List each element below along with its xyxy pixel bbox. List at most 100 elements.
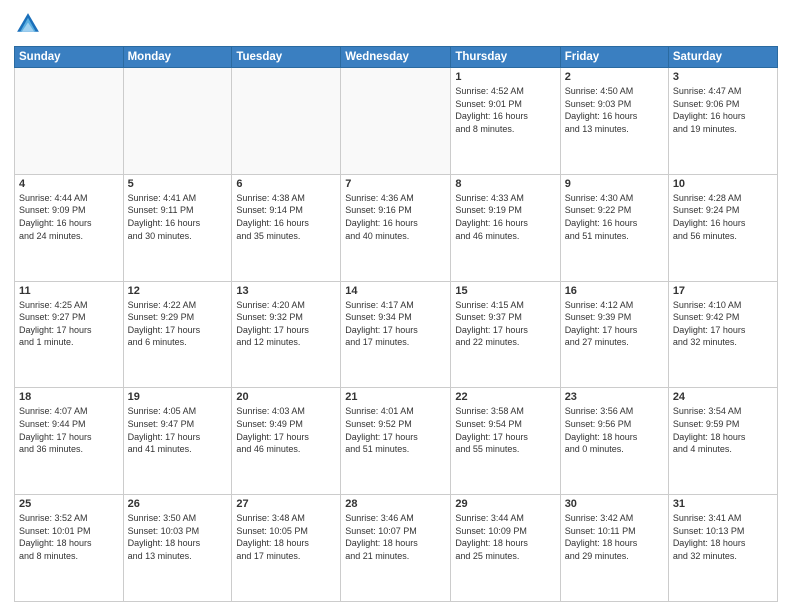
cell-date-number: 6	[236, 178, 336, 190]
calendar-cell: 26 Sunrise: 3:50 AM Sunset: 10:03 PM Dayl…	[123, 495, 232, 602]
calendar-cell: 29 Sunrise: 3:44 AM Sunset: 10:09 PM Dayl…	[451, 495, 560, 602]
calendar-cell: 3 Sunrise: 4:47 AM Sunset: 9:06 PM Daylig…	[668, 68, 777, 175]
calendar-cell: 23 Sunrise: 3:56 AM Sunset: 9:56 PM Dayli…	[560, 388, 668, 495]
calendar-cell: 12 Sunrise: 4:22 AM Sunset: 9:29 PM Dayli…	[123, 281, 232, 388]
cell-info: Sunrise: 4:20 AM Sunset: 9:32 PM Dayligh…	[236, 299, 336, 349]
cell-date-number: 28	[345, 498, 446, 510]
day-header-friday: Friday	[560, 47, 668, 68]
calendar-cell: 7Sunrise: 4:36 AM Sunset: 9:16 PM Daylig…	[341, 174, 451, 281]
cell-info: Sunrise: 3:48 AM Sunset: 10:05 PM Daylig…	[236, 512, 336, 562]
cell-date-number: 5	[128, 178, 228, 190]
calendar-cell: 22 Sunrise: 3:58 AM Sunset: 9:54 PM Dayli…	[451, 388, 560, 495]
calendar-cell: 11 Sunrise: 4:25 AM Sunset: 9:27 PM Dayli…	[15, 281, 124, 388]
cell-date-number: 29	[455, 498, 555, 510]
calendar-cell: 8 Sunrise: 4:33 AM Sunset: 9:19 PM Daylig…	[451, 174, 560, 281]
week-row-2: 11 Sunrise: 4:25 AM Sunset: 9:27 PM Dayli…	[15, 281, 778, 388]
calendar-table: SundayMondayTuesdayWednesdayThursdayFrid…	[14, 46, 778, 602]
cell-date-number: 18	[19, 391, 119, 403]
cell-date-number: 8	[455, 178, 555, 190]
cell-date-number: 25	[19, 498, 119, 510]
day-header-tuesday: Tuesday	[232, 47, 341, 68]
week-row-4: 25 Sunrise: 3:52 AM Sunset: 10:01 PM Dayl…	[15, 495, 778, 602]
cell-date-number: 11	[19, 285, 119, 297]
calendar-cell: 20 Sunrise: 4:03 AM Sunset: 9:49 PM Dayli…	[232, 388, 341, 495]
cell-info: Sunrise: 4:10 AM Sunset: 9:42 PM Dayligh…	[673, 299, 773, 349]
cell-info: Sunrise: 4:25 AM Sunset: 9:27 PM Dayligh…	[19, 299, 119, 349]
calendar-cell: 30 Sunrise: 3:42 AM Sunset: 10:11 PM Dayl…	[560, 495, 668, 602]
cell-date-number: 22	[455, 391, 555, 403]
calendar-cell: 16 Sunrise: 4:12 AM Sunset: 9:39 PM Dayli…	[560, 281, 668, 388]
cell-info: Sunrise: 4:07 AM Sunset: 9:44 PM Dayligh…	[19, 405, 119, 455]
cell-info: Sunrise: 3:42 AM Sunset: 10:11 PM Daylig…	[565, 512, 664, 562]
cell-date-number: 13	[236, 285, 336, 297]
cell-date-number: 20	[236, 391, 336, 403]
cell-info: Sunrise: 4:01 AM Sunset: 9:52 PM Dayligh…	[345, 405, 446, 455]
header	[14, 10, 778, 38]
cell-info: Sunrise: 3:56 AM Sunset: 9:56 PM Dayligh…	[565, 405, 664, 455]
cell-date-number: 1	[455, 71, 555, 83]
calendar-cell: 10 Sunrise: 4:28 AM Sunset: 9:24 PM Dayli…	[668, 174, 777, 281]
cell-date-number: 16	[565, 285, 664, 297]
logo	[14, 10, 46, 38]
cell-date-number: 15	[455, 285, 555, 297]
cell-date-number: 31	[673, 498, 773, 510]
cell-date-number: 2	[565, 71, 664, 83]
calendar-cell: 24Sunrise: 3:54 AM Sunset: 9:59 PM Dayli…	[668, 388, 777, 495]
cell-info: Sunrise: 3:58 AM Sunset: 9:54 PM Dayligh…	[455, 405, 555, 455]
cell-date-number: 19	[128, 391, 228, 403]
cell-date-number: 30	[565, 498, 664, 510]
cell-date-number: 3	[673, 71, 773, 83]
calendar-cell: 15 Sunrise: 4:15 AM Sunset: 9:37 PM Dayli…	[451, 281, 560, 388]
calendar-cell: 2 Sunrise: 4:50 AM Sunset: 9:03 PM Daylig…	[560, 68, 668, 175]
cell-info: Sunrise: 4:47 AM Sunset: 9:06 PM Dayligh…	[673, 85, 773, 135]
cell-info: Sunrise: 4:22 AM Sunset: 9:29 PM Dayligh…	[128, 299, 228, 349]
calendar-cell: 9 Sunrise: 4:30 AM Sunset: 9:22 PM Daylig…	[560, 174, 668, 281]
cell-info: Sunrise: 4:17 AM Sunset: 9:34 PM Dayligh…	[345, 299, 446, 349]
cell-info: Sunrise: 4:12 AM Sunset: 9:39 PM Dayligh…	[565, 299, 664, 349]
day-header-saturday: Saturday	[668, 47, 777, 68]
cell-date-number: 10	[673, 178, 773, 190]
calendar-cell: 17 Sunrise: 4:10 AM Sunset: 9:42 PM Dayli…	[668, 281, 777, 388]
cell-info: Sunrise: 4:44 AM Sunset: 9:09 PM Dayligh…	[19, 192, 119, 242]
cell-info: Sunrise: 3:44 AM Sunset: 10:09 PM Daylig…	[455, 512, 555, 562]
calendar-cell: 25 Sunrise: 3:52 AM Sunset: 10:01 PM Dayl…	[15, 495, 124, 602]
calendar-cell: 4 Sunrise: 4:44 AM Sunset: 9:09 PM Daylig…	[15, 174, 124, 281]
page: SundayMondayTuesdayWednesdayThursdayFrid…	[0, 0, 792, 612]
calendar-cell: 14 Sunrise: 4:17 AM Sunset: 9:34 PM Dayli…	[341, 281, 451, 388]
cell-date-number: 17	[673, 285, 773, 297]
cell-info: Sunrise: 4:36 AM Sunset: 9:16 PM Dayligh…	[345, 192, 446, 242]
day-header-thursday: Thursday	[451, 47, 560, 68]
cell-info: Sunrise: 4:38 AM Sunset: 9:14 PM Dayligh…	[236, 192, 336, 242]
cell-date-number: 4	[19, 178, 119, 190]
cell-info: Sunrise: 4:33 AM Sunset: 9:19 PM Dayligh…	[455, 192, 555, 242]
day-header-monday: Monday	[123, 47, 232, 68]
cell-info: Sunrise: 3:50 AM Sunset: 10:03 PM Daylig…	[128, 512, 228, 562]
calendar-cell: 28 Sunrise: 3:46 AM Sunset: 10:07 PM Dayl…	[341, 495, 451, 602]
cell-info: Sunrise: 3:46 AM Sunset: 10:07 PM Daylig…	[345, 512, 446, 562]
calendar-cell: 6 Sunrise: 4:38 AM Sunset: 9:14 PM Daylig…	[232, 174, 341, 281]
logo-icon	[14, 10, 42, 38]
cell-info: Sunrise: 4:03 AM Sunset: 9:49 PM Dayligh…	[236, 405, 336, 455]
calendar-cell: 19Sunrise: 4:05 AM Sunset: 9:47 PM Dayli…	[123, 388, 232, 495]
cell-date-number: 9	[565, 178, 664, 190]
cell-info: Sunrise: 4:15 AM Sunset: 9:37 PM Dayligh…	[455, 299, 555, 349]
cell-date-number: 12	[128, 285, 228, 297]
calendar-cell	[232, 68, 341, 175]
calendar-cell: 5 Sunrise: 4:41 AM Sunset: 9:11 PM Daylig…	[123, 174, 232, 281]
cell-date-number: 26	[128, 498, 228, 510]
cell-date-number: 14	[345, 285, 446, 297]
cell-date-number: 23	[565, 391, 664, 403]
cell-info: Sunrise: 3:52 AM Sunset: 10:01 PM Daylig…	[19, 512, 119, 562]
cell-info: Sunrise: 4:28 AM Sunset: 9:24 PM Dayligh…	[673, 192, 773, 242]
cell-info: Sunrise: 4:30 AM Sunset: 9:22 PM Dayligh…	[565, 192, 664, 242]
cell-info: Sunrise: 3:54 AM Sunset: 9:59 PM Dayligh…	[673, 405, 773, 455]
calendar-cell: 21 Sunrise: 4:01 AM Sunset: 9:52 PM Dayli…	[341, 388, 451, 495]
calendar-cell	[341, 68, 451, 175]
week-row-0: 1Sunrise: 4:52 AM Sunset: 9:01 PM Daylig…	[15, 68, 778, 175]
calendar-cell	[15, 68, 124, 175]
cell-info: Sunrise: 4:41 AM Sunset: 9:11 PM Dayligh…	[128, 192, 228, 242]
cell-info: Sunrise: 4:50 AM Sunset: 9:03 PM Dayligh…	[565, 85, 664, 135]
calendar-cell: 18 Sunrise: 4:07 AM Sunset: 9:44 PM Dayli…	[15, 388, 124, 495]
cell-date-number: 21	[345, 391, 446, 403]
week-row-3: 18 Sunrise: 4:07 AM Sunset: 9:44 PM Dayli…	[15, 388, 778, 495]
